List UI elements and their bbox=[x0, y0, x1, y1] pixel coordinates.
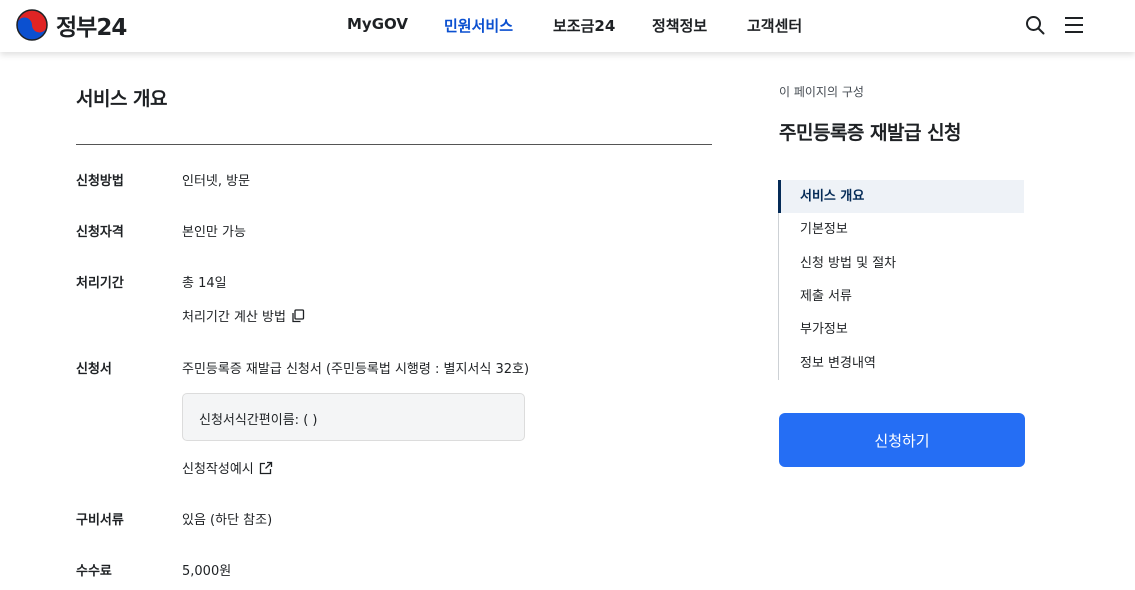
form-value: 주민등록증 재발급 신청서 (주민등록법 시행령 : 별지서식 32호) bbox=[182, 362, 530, 377]
period-calc-link[interactable]: 처리기간 계산 방법 bbox=[182, 306, 305, 325]
form-example-link-label: 신청작성예시 bbox=[182, 462, 254, 477]
nav-item-subsidy24[interactable]: 보조금24 bbox=[553, 15, 615, 36]
documents-label: 구비서류 bbox=[76, 513, 124, 528]
form-short-name-box: 신청서식간편이름: ( ) bbox=[182, 393, 525, 441]
toc-title: 주민등록증 재발급 신청 bbox=[779, 122, 962, 144]
hamburger-menu-icon[interactable] bbox=[1063, 14, 1085, 36]
main-nav: MyGOV 민원서비스 보조금24 정책정보 고객센터 bbox=[0, 15, 1135, 37]
documents-value: 있음 (하단 참조) bbox=[182, 513, 273, 528]
toc-item-service-overview[interactable]: 서비스 개요 bbox=[778, 180, 1024, 213]
form-label: 신청서 bbox=[76, 362, 112, 377]
form-example-link[interactable]: 신청작성예시 bbox=[182, 458, 273, 477]
fee-label: 수수료 bbox=[76, 564, 112, 579]
form-short-name-text: 신청서식간편이름: ( ) bbox=[199, 413, 318, 428]
toc-item-basic-info[interactable]: 기본정보 bbox=[779, 213, 1025, 246]
section-title: 서비스 개요 bbox=[76, 88, 168, 110]
nav-item-civil-service[interactable]: 민원서비스 bbox=[444, 15, 513, 36]
toc-item-method-procedure[interactable]: 신청 방법 및 절차 bbox=[779, 247, 1025, 280]
copy-icon bbox=[292, 308, 305, 322]
top-header: 정부24 MyGOV 민원서비스 보조금24 정책정보 고객센터 bbox=[0, 0, 1135, 52]
nav-item-policy-info[interactable]: 정책정보 bbox=[652, 15, 707, 36]
nav-item-customer-center[interactable]: 고객센터 bbox=[747, 15, 802, 36]
toc-item-documents[interactable]: 제출 서류 bbox=[779, 280, 1025, 313]
period-label: 처리기간 bbox=[76, 276, 124, 291]
eligibility-value: 본인만 가능 bbox=[182, 225, 246, 240]
toc-item-change-history[interactable]: 정보 변경내역 bbox=[779, 347, 1025, 380]
fee-value: 5,000원 bbox=[182, 564, 232, 579]
toc-list: 서비스 개요 기본정보 신청 방법 및 절차 제출 서류 부가정보 정보 변경내… bbox=[778, 180, 1026, 380]
method-label: 신청방법 bbox=[76, 174, 124, 189]
nav-item-mygov[interactable]: MyGOV bbox=[347, 15, 408, 33]
toc-item-additional-info[interactable]: 부가정보 bbox=[779, 313, 1025, 346]
apply-button-label: 신청하기 bbox=[874, 431, 930, 450]
search-icon[interactable] bbox=[1024, 14, 1046, 36]
toc-caption: 이 페이지의 구성 bbox=[779, 85, 864, 99]
method-value: 인터넷, 방문 bbox=[182, 174, 251, 189]
section-divider bbox=[76, 144, 712, 145]
external-link-icon bbox=[259, 461, 272, 474]
period-value: 총 14일 bbox=[182, 276, 227, 291]
period-calc-link-label: 처리기간 계산 방법 bbox=[182, 310, 286, 325]
apply-button[interactable]: 신청하기 bbox=[779, 413, 1025, 467]
eligibility-label: 신청자격 bbox=[76, 225, 124, 240]
